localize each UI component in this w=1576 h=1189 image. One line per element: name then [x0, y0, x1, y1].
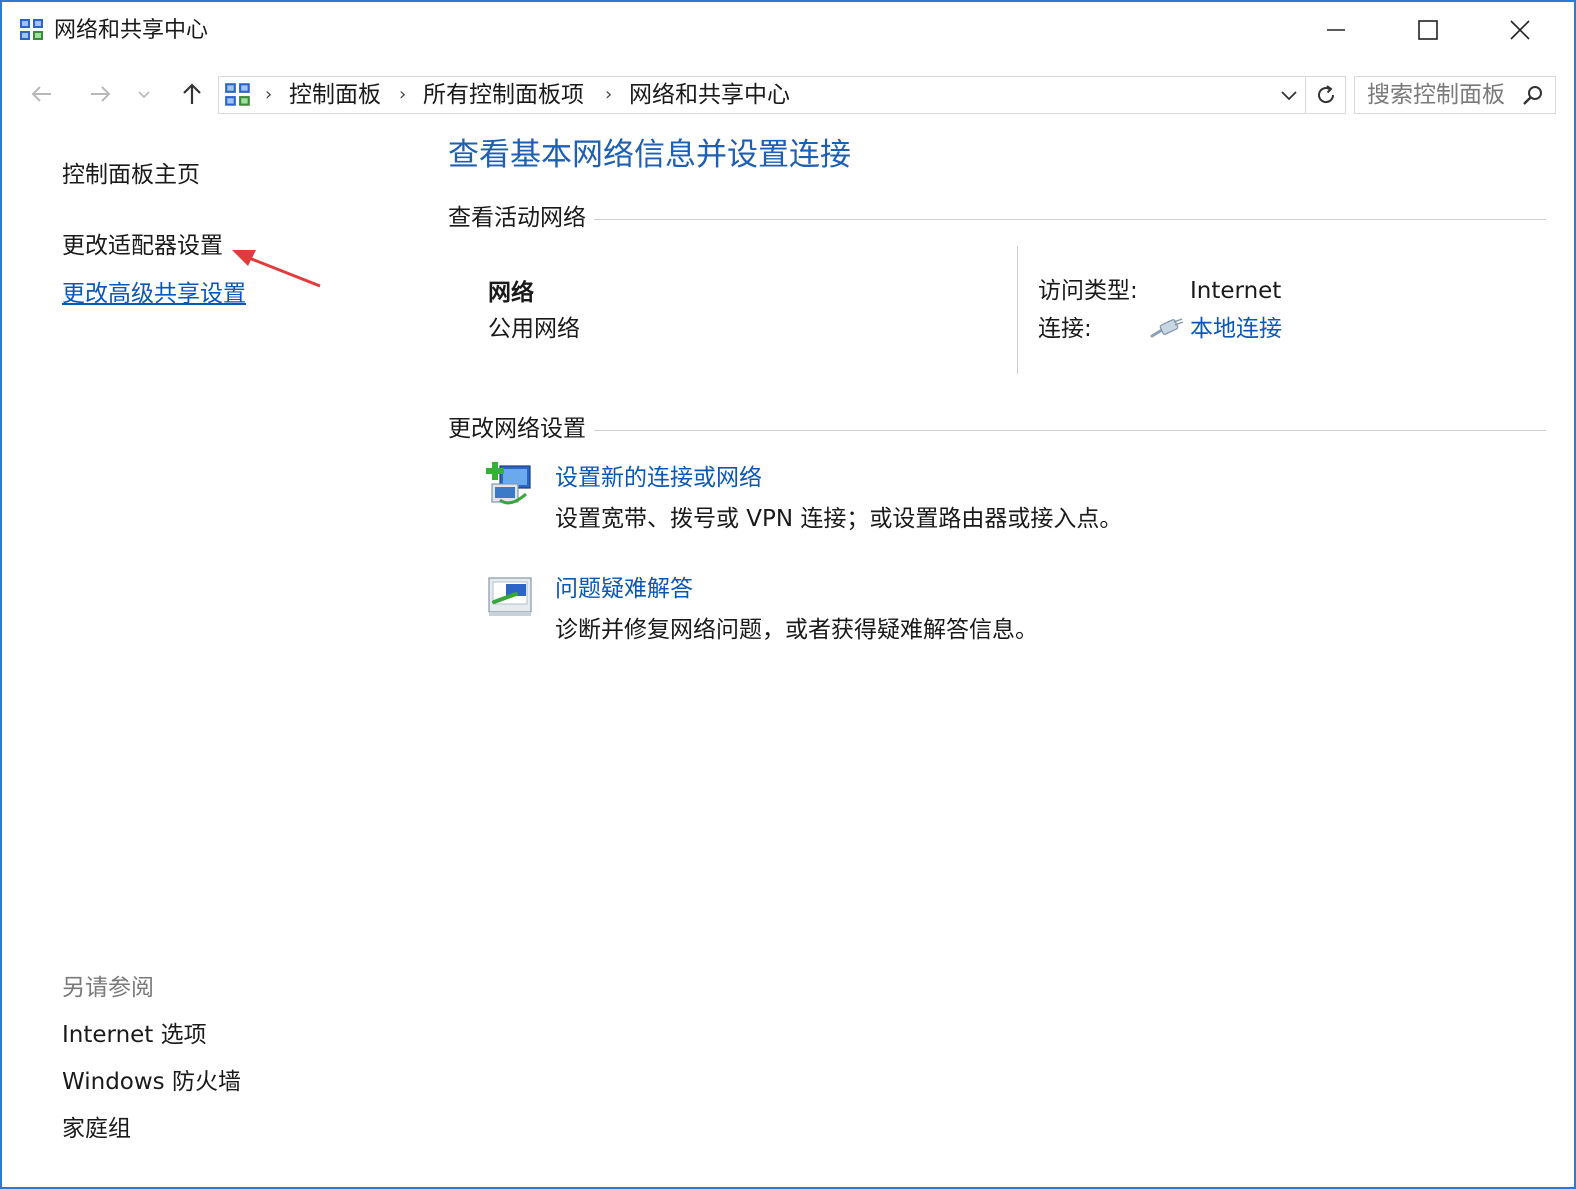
new-connection-icon — [486, 462, 531, 505]
setup-new-connection-link[interactable]: 设置新的连接或网络 — [555, 462, 762, 494]
breadcrumb-control-panel[interactable]: 控制面板 — [289, 80, 381, 110]
recent-locations-button[interactable] — [132, 78, 156, 110]
connection-label: 连接: — [1038, 316, 1092, 342]
local-connection-link[interactable]: 本地连接 — [1190, 313, 1282, 345]
address-history-button[interactable] — [1277, 83, 1301, 107]
network-name: 网络 — [488, 280, 534, 306]
troubleshoot-icon — [488, 577, 532, 616]
refresh-button[interactable] — [1306, 76, 1346, 114]
breadcrumb-all-items[interactable]: 所有控制面板项 — [423, 80, 584, 110]
section-divider — [448, 430, 1546, 431]
network-location-icon — [225, 83, 250, 106]
up-button[interactable] — [176, 78, 208, 110]
troubleshoot-description: 诊断并修复网络问题，或者获得疑难解答信息。 — [555, 617, 1038, 643]
breadcrumb-separator-icon[interactable]: › — [265, 81, 272, 109]
minimize-icon — [1327, 29, 1345, 31]
network-info-divider — [1017, 246, 1018, 374]
chevron-down-icon — [1281, 91, 1297, 101]
arrow-right-icon — [91, 86, 111, 102]
title-bar[interactable]: 网络和共享中心 — [2, 2, 1574, 60]
search-icon[interactable] — [1521, 84, 1545, 108]
active-networks-heading: 查看活动网络 — [448, 202, 594, 234]
maximize-button[interactable] — [1408, 12, 1448, 48]
arrow-left-icon — [31, 86, 51, 102]
change-network-settings-heading: 更改网络设置 — [448, 413, 594, 445]
network-sharing-center-window: 网络和共享中心 › 控制面板 › 所有控制面板项 › 网络和共享中心 搜索控制面… — [0, 0, 1576, 1189]
homegroup-link[interactable]: 家庭组 — [62, 1113, 131, 1145]
ethernet-cable-icon — [1150, 318, 1184, 338]
navigation-bar: › 控制面板 › 所有控制面板项 › 网络和共享中心 搜索控制面板 — [2, 72, 1574, 116]
search-placeholder[interactable]: 搜索控制面板 — [1367, 80, 1505, 110]
breadcrumb-network-center[interactable]: 网络和共享中心 — [629, 80, 790, 110]
access-type-value: Internet — [1190, 278, 1282, 304]
minimize-button[interactable] — [1316, 12, 1356, 48]
breadcrumb-separator-icon[interactable]: › — [399, 81, 406, 109]
search-box[interactable]: 搜索控制面板 — [1354, 76, 1556, 114]
close-button[interactable] — [1500, 12, 1540, 48]
arrow-up-icon — [183, 83, 201, 104]
page-title: 查看基本网络信息并设置连接 — [448, 137, 851, 173]
internet-options-link[interactable]: Internet 选项 — [62, 1019, 207, 1051]
window-title: 网络和共享中心 — [54, 18, 209, 43]
network-type: 公用网络 — [488, 316, 580, 342]
section-divider — [448, 219, 1546, 220]
control-panel-home-link[interactable]: 控制面板主页 — [62, 159, 200, 191]
chevron-down-icon — [138, 91, 150, 99]
see-also-heading: 另请参阅 — [62, 975, 154, 1001]
change-advanced-sharing-link[interactable]: 更改高级共享设置 — [62, 278, 246, 310]
access-type-label: 访问类型: — [1038, 278, 1138, 304]
change-adapter-settings-link[interactable]: 更改适配器设置 — [62, 230, 223, 262]
annotation-arrow-icon — [232, 250, 321, 288]
close-icon — [1510, 20, 1530, 40]
windows-firewall-link[interactable]: Windows 防火墙 — [62, 1066, 241, 1098]
setup-new-connection-description: 设置宽带、拨号或 VPN 连接；或设置路由器或接入点。 — [555, 506, 1123, 532]
network-app-icon — [20, 19, 43, 40]
back-button[interactable] — [26, 78, 58, 110]
breadcrumb-separator-icon[interactable]: › — [605, 81, 612, 109]
maximize-icon — [1418, 20, 1438, 40]
forward-button[interactable] — [84, 78, 116, 110]
address-bar[interactable]: › 控制面板 › 所有控制面板项 › 网络和共享中心 — [218, 76, 1306, 114]
troubleshoot-link[interactable]: 问题疑难解答 — [555, 573, 693, 605]
refresh-icon — [1317, 85, 1334, 104]
